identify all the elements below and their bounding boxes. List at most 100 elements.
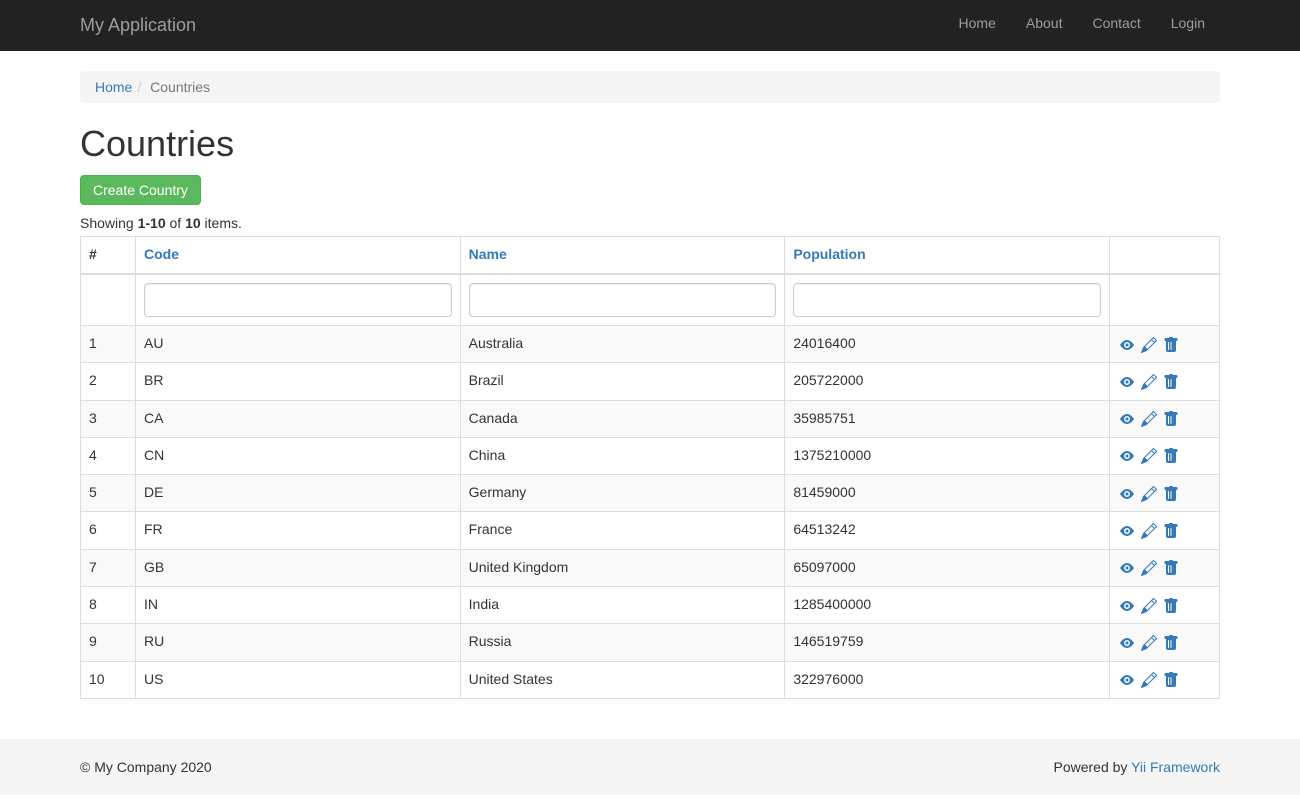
col-actions: [1110, 237, 1220, 274]
delete-button[interactable]: [1163, 372, 1179, 392]
pencil-icon: [1141, 522, 1157, 538]
cell-name: Germany: [460, 475, 785, 512]
table-row: 8INIndia1285400000: [81, 586, 1220, 623]
pencil-icon: [1141, 671, 1157, 687]
update-button[interactable]: [1141, 558, 1157, 578]
view-button[interactable]: [1119, 633, 1135, 653]
cell-name: Russia: [460, 624, 785, 661]
nav-contact[interactable]: Contact: [1077, 0, 1155, 46]
delete-button[interactable]: [1163, 633, 1179, 653]
eye-icon: [1119, 671, 1135, 687]
filter-code-input[interactable]: [144, 283, 452, 317]
trash-icon: [1163, 559, 1179, 575]
cell-code: BR: [136, 363, 461, 400]
cell-serial: 1: [81, 325, 136, 362]
trash-icon: [1163, 335, 1179, 351]
navbar: My Application Home About Contact Login: [0, 0, 1300, 51]
eye-icon: [1119, 596, 1135, 612]
footer: © My Company 2020 Powered by Yii Framewo…: [0, 739, 1300, 795]
cell-code: IN: [136, 586, 461, 623]
delete-button[interactable]: [1163, 558, 1179, 578]
pencil-icon: [1141, 373, 1157, 389]
delete-button[interactable]: [1163, 670, 1179, 690]
filter-name-input[interactable]: [469, 283, 777, 317]
nav-login[interactable]: Login: [1156, 0, 1220, 46]
eye-icon: [1119, 373, 1135, 389]
update-button[interactable]: [1141, 483, 1157, 503]
view-button[interactable]: [1119, 595, 1135, 615]
cell-population: 1375210000: [785, 437, 1110, 474]
eye-icon: [1119, 447, 1135, 463]
update-button[interactable]: [1141, 446, 1157, 466]
breadcrumb-home[interactable]: Home: [95, 79, 132, 95]
delete-button[interactable]: [1163, 409, 1179, 429]
filter-population-input[interactable]: [793, 283, 1101, 317]
cell-serial: 4: [81, 437, 136, 474]
trash-icon: [1163, 410, 1179, 426]
cell-serial: 2: [81, 363, 136, 400]
cell-serial: 7: [81, 549, 136, 586]
view-button[interactable]: [1119, 670, 1135, 690]
pencil-icon: [1141, 484, 1157, 500]
eye-icon: [1119, 484, 1135, 500]
pencil-icon: [1141, 410, 1157, 426]
view-button[interactable]: [1119, 334, 1135, 354]
table-row: 2BRBrazil205722000: [81, 363, 1220, 400]
view-button[interactable]: [1119, 521, 1135, 541]
cell-population: 1285400000: [785, 586, 1110, 623]
breadcrumb-current: Countries: [132, 79, 210, 95]
update-button[interactable]: [1141, 334, 1157, 354]
table-row: 10USUnited States322976000: [81, 661, 1220, 698]
create-country-button[interactable]: Create Country: [80, 175, 201, 205]
update-button[interactable]: [1141, 595, 1157, 615]
view-button[interactable]: [1119, 558, 1135, 578]
update-button[interactable]: [1141, 633, 1157, 653]
update-button[interactable]: [1141, 409, 1157, 429]
brand-link[interactable]: My Application: [80, 0, 211, 51]
trash-icon: [1163, 484, 1179, 500]
cell-code: DE: [136, 475, 461, 512]
view-button[interactable]: [1119, 446, 1135, 466]
trash-icon: [1163, 373, 1179, 389]
cell-code: GB: [136, 549, 461, 586]
cell-name: United Kingdom: [460, 549, 785, 586]
trash-icon: [1163, 596, 1179, 612]
cell-population: 35985751: [785, 400, 1110, 437]
cell-population: 65097000: [785, 549, 1110, 586]
page-title: Countries: [80, 123, 1220, 165]
col-name-sort[interactable]: Name: [469, 246, 507, 262]
cell-serial: 5: [81, 475, 136, 512]
trash-icon: [1163, 634, 1179, 650]
update-button[interactable]: [1141, 521, 1157, 541]
col-code-sort[interactable]: Code: [144, 246, 179, 262]
cell-population: 322976000: [785, 661, 1110, 698]
cell-code: US: [136, 661, 461, 698]
footer-framework-link[interactable]: Yii Framework: [1131, 759, 1220, 775]
table-row: 4CNChina1375210000: [81, 437, 1220, 474]
delete-button[interactable]: [1163, 521, 1179, 541]
eye-icon: [1119, 634, 1135, 650]
col-population-sort[interactable]: Population: [793, 246, 865, 262]
view-button[interactable]: [1119, 483, 1135, 503]
delete-button[interactable]: [1163, 483, 1179, 503]
table-row: 9RURussia146519759: [81, 624, 1220, 661]
view-button[interactable]: [1119, 409, 1135, 429]
trash-icon: [1163, 522, 1179, 538]
pencil-icon: [1141, 596, 1157, 612]
cell-name: Canada: [460, 400, 785, 437]
delete-button[interactable]: [1163, 334, 1179, 354]
cell-code: RU: [136, 624, 461, 661]
table-row: 7GBUnited Kingdom65097000: [81, 549, 1220, 586]
footer-powered: Powered by Yii Framework: [1053, 759, 1220, 775]
cell-population: 205722000: [785, 363, 1110, 400]
cell-serial: 3: [81, 400, 136, 437]
update-button[interactable]: [1141, 670, 1157, 690]
view-button[interactable]: [1119, 372, 1135, 392]
pencil-icon: [1141, 335, 1157, 351]
delete-button[interactable]: [1163, 595, 1179, 615]
nav-about[interactable]: About: [1011, 0, 1078, 46]
delete-button[interactable]: [1163, 446, 1179, 466]
cell-code: CN: [136, 437, 461, 474]
nav-home[interactable]: Home: [944, 0, 1011, 46]
update-button[interactable]: [1141, 372, 1157, 392]
